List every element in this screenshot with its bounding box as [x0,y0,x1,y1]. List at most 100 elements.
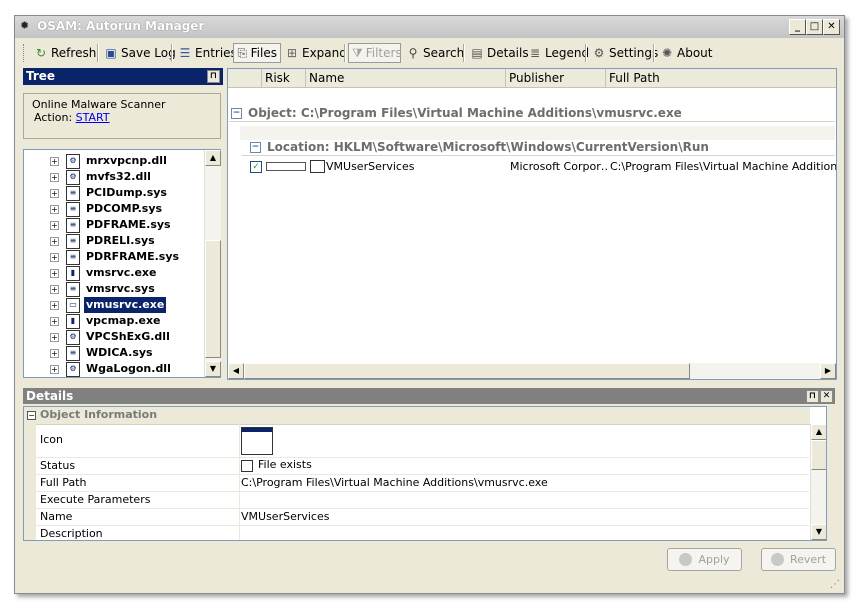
save-icon: ▣ [105,46,117,60]
tree-item-label: mrxvpcnp.dll [86,154,167,167]
scroll-down-icon[interactable]: ▼ [811,524,826,540]
entries-icon: ☰ [179,46,191,60]
tree-item[interactable]: + ≡ PDFRAME.sys [24,217,202,233]
toolbar-grip[interactable] [23,44,27,62]
list-hscroll-thumb[interactable] [244,363,690,379]
details-property-grid[interactable]: − Object Information Icon Status File ex… [23,406,827,541]
files-button[interactable]: ⎘ Files [233,43,281,63]
expand-node-icon[interactable]: + [50,253,59,262]
group-location[interactable]: − Location: HKLM\Software\Microsoft\Windo… [242,139,835,156]
list-row[interactable]: ✓ VMUserServices Microsoft Corpor… C:\Pr… [240,158,836,175]
col-name[interactable]: Name [306,69,506,87]
title-bar[interactable]: ✹ OSAM: Autorun Manager _ □ ✕ [15,16,844,38]
col-publisher[interactable]: Publisher [506,69,606,87]
tree-item[interactable]: + ⚙ VPCShExG.dll [24,329,202,345]
details-button[interactable]: ▤ Details [467,43,532,63]
scanner-box: Online Malware Scanner Action: START [23,93,221,139]
expand-node-icon[interactable]: + [50,365,59,374]
scroll-left-icon[interactable]: ◀ [228,363,244,379]
expand-button[interactable]: ⊞ Expand [282,43,350,63]
prop-row-status[interactable]: Status File exists [36,458,809,475]
scroll-right-icon[interactable]: ▶ [820,363,836,379]
expand-node-icon[interactable]: + [50,221,59,230]
status-checkbox[interactable] [241,460,253,472]
tree-item[interactable]: + ⚙ WgaLogon.dll [24,361,202,377]
expand-node-icon[interactable]: + [50,205,59,214]
tree-item[interactable]: + ≡ WDICA.sys [24,345,202,361]
main-window: ✹ OSAM: Autorun Manager _ □ ✕ ↻ Refresh ▣… [14,15,845,594]
start-scan-link[interactable]: START [76,111,110,124]
col-risk[interactable]: Risk [262,69,306,87]
collapse-icon[interactable]: − [250,142,261,153]
row-checkbox[interactable]: ✓ [250,161,262,173]
prop-row-full-path[interactable]: Full Path C:\Program Files\Virtual Machi… [36,475,809,492]
expand-node-icon[interactable]: + [50,237,59,246]
section-header[interactable]: − Object Information [24,407,810,425]
tree-item[interactable]: + ▮ vpcmap.exe [24,313,202,329]
group-object[interactable]: − Object: C:\Program Files\Virtual Machin… [229,105,835,122]
revert-button[interactable]: Revert [761,548,836,571]
entries-button[interactable]: ☰ Entries [175,43,240,63]
risk-bar [266,162,306,171]
sys-icon: ≡ [66,282,80,297]
tree-item[interactable]: + ⚙ mvfs32.dll [24,169,202,185]
maximize-button[interactable]: □ [806,19,823,35]
list-hscrollbar[interactable]: ◀ ▶ [228,363,836,379]
expand-node-icon[interactable]: + [50,333,59,342]
tree-scroll-thumb[interactable] [205,240,221,358]
scroll-up-icon[interactable]: ▲ [811,424,826,440]
expand-node-icon[interactable]: + [50,317,59,326]
tree-item[interactable]: + ⚙ mrxvpcnp.dll [24,153,202,169]
tree-item[interactable]: + ≡ PDRFRAME.sys [24,249,202,265]
collapse-icon[interactable]: − [27,411,36,420]
expand-node-icon[interactable]: + [50,269,59,278]
resize-grip-icon[interactable]: ⋰ [830,579,842,591]
tree-item[interactable]: + ≡ PCIDump.sys [24,185,202,201]
minimize-button[interactable]: _ [789,19,806,35]
pin-icon[interactable]: ⊓ [806,390,819,403]
results-list[interactable]: Risk Name Publisher Full Path − Object: C… [227,68,837,380]
close-button[interactable]: ✕ [823,19,840,35]
tree-item[interactable]: + ≡ PDCOMP.sys [24,201,202,217]
group-spacer [240,126,835,140]
col-full-path[interactable]: Full Path [606,69,836,87]
filters-button[interactable]: ⧩ Filters [348,43,402,63]
tree-item[interactable]: + ▮ vmsrvc.exe [24,265,202,281]
tree-item[interactable]: + ≡ vmsrvc.sys [24,281,202,297]
settings-button[interactable]: ⚙ Settings [589,43,661,63]
apply-button[interactable]: Apply [667,548,742,571]
expand-node-icon[interactable]: + [50,285,59,294]
search-icon: ⚲ [408,46,418,60]
file-tree[interactable]: + ⚙ mrxvpcnp.dll + ⚙ mvfs32.dll + ≡ PCIDump.sys +… [23,149,221,378]
expand-node-icon[interactable]: + [50,349,59,358]
tree-scrollbar[interactable]: ▲ ▼ [204,150,221,377]
close-icon[interactable]: ✕ [820,390,833,403]
scroll-down-icon[interactable]: ▼ [205,361,221,377]
scroll-up-icon[interactable]: ▲ [205,150,221,166]
about-button[interactable]: ✺ About [657,43,715,63]
tree-item-label: PCIDump.sys [86,186,167,199]
prop-row-name[interactable]: Name VMUserServices [36,509,809,526]
sys-icon: ≡ [66,202,80,217]
col-blank[interactable] [228,69,262,87]
prop-row-description[interactable]: Description [36,526,809,540]
prop-row-icon[interactable]: Icon [36,424,809,458]
refresh-button[interactable]: ↻ Refresh [31,43,99,63]
collapse-icon[interactable]: − [231,108,242,119]
details-scroll-thumb[interactable] [811,440,826,470]
save-log-button[interactable]: ▣ Save Log [101,43,179,63]
prop-row-execute-params[interactable]: Execute Parameters [36,492,809,509]
exe-icon: ▮ [66,266,80,281]
tree-item-label: PDCOMP.sys [86,202,163,215]
search-button[interactable]: ⚲ Search [403,43,467,63]
expand-node-icon[interactable]: + [50,189,59,198]
tree-item-label: PDRELI.sys [86,234,155,247]
expand-node-icon[interactable]: + [50,157,59,166]
details-scrollbar[interactable]: ▲ ▼ [810,424,826,540]
legend-button[interactable]: ≣ Legend [525,43,592,63]
expand-node-icon[interactable]: + [50,173,59,182]
tree-item[interactable]: + ≡ PDRELI.sys [24,233,202,249]
tree-item[interactable]: + ▭ vmusrvc.exe [24,297,202,313]
pin-icon[interactable]: ⊓ [207,70,220,83]
expand-node-icon[interactable]: + [50,301,59,310]
